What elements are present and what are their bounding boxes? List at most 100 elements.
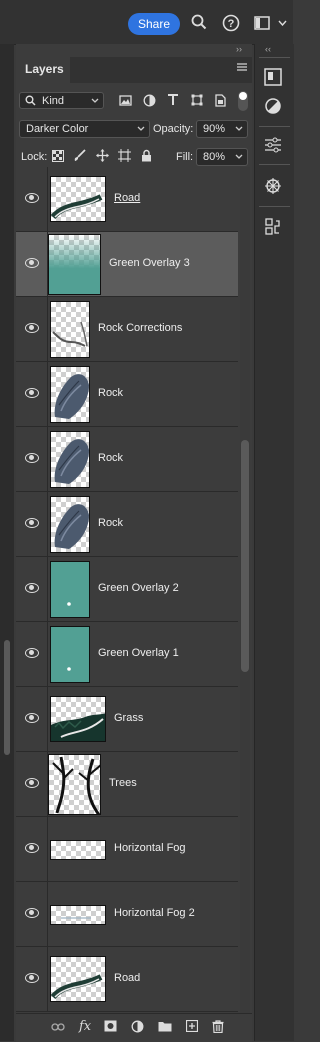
thumbnail-art [54,439,89,484]
opacity-field[interactable]: 90% [196,120,248,138]
lock-artboard-icon[interactable] [118,149,131,162]
layers-scroll-thumb[interactable] [241,440,249,672]
eye-icon[interactable] [25,908,39,918]
lock-pixels-icon[interactable] [73,149,86,162]
chevron-down-icon[interactable] [278,20,287,26]
layer-row[interactable]: Horizontal Fog [16,817,238,882]
dock-collapse-icon[interactable]: ‹‹ [265,44,271,54]
layer-row[interactable]: Rock Corrections [16,297,238,362]
collapse-panel-icon[interactable]: ›› [236,44,242,54]
opacity-value[interactable]: 90% [203,123,225,135]
shape-filter-icon[interactable] [191,94,203,106]
adjustments-icon[interactable] [264,97,282,115]
visibility-divider [47,557,48,622]
eye-icon[interactable] [25,518,39,528]
eye-icon[interactable] [25,973,39,983]
layer-name[interactable]: Horizontal Fog [114,842,186,854]
blend-mode-select[interactable]: Darker Color [19,120,150,138]
layer-thumbnail[interactable] [50,561,90,618]
layer-row[interactable]: Road [16,167,238,232]
layer-row[interactable]: Green Overlay 1 [16,622,238,687]
layer-thumbnail[interactable] [50,626,90,683]
fill-value[interactable]: 80% [203,151,225,163]
layer-name[interactable]: Trees [109,777,137,789]
eye-icon[interactable] [25,583,39,593]
layer-thumbnail[interactable] [50,840,106,860]
layer-thumbnail[interactable] [50,496,90,553]
lock-transparency-icon[interactable] [52,150,64,162]
eye-icon[interactable] [25,843,39,853]
group-folder-icon[interactable] [158,1021,172,1032]
lock-label: Lock: [21,151,48,163]
layer-name[interactable]: Rock [98,452,123,464]
layer-name[interactable]: Green Overlay 2 [98,582,179,594]
layer-thumbnail[interactable] [50,366,90,423]
top-bar: Share ? [0,0,293,45]
layer-row[interactable]: Rock [16,362,238,427]
adjustment-filter-icon[interactable] [143,94,156,107]
add-mask-icon[interactable] [104,1020,117,1032]
lock-position-icon[interactable] [96,149,109,162]
layer-name[interactable]: Rock [98,387,123,399]
tab-layers[interactable]: Layers [16,57,70,83]
image-filter-icon[interactable] [119,95,132,106]
history-icon[interactable] [264,217,282,237]
eye-icon[interactable] [25,778,39,788]
link-layers-icon[interactable] [51,1023,65,1031]
layer-name[interactable]: Horizontal Fog 2 [114,907,195,919]
help-icon[interactable]: ? [222,14,240,32]
layer-row[interactable]: Rock [16,492,238,557]
new-layer-icon[interactable] [186,1020,198,1032]
layers-list: Road Green Overlay 3 Rock Corrections Rock R… [16,167,238,1013]
layer-row[interactable]: Trees [16,752,238,817]
eye-icon[interactable] [25,388,39,398]
eye-icon[interactable] [25,323,39,333]
layer-name[interactable]: Rock Corrections [98,322,182,334]
lock-all-icon[interactable] [141,149,152,162]
layer-name[interactable]: Road [114,972,140,984]
layer-name[interactable]: Grass [114,712,143,724]
eye-icon[interactable] [25,713,39,723]
layer-thumbnail[interactable] [50,905,106,925]
layer-row[interactable]: Green Overlay 2 [16,557,238,622]
chevron-down-icon[interactable] [235,126,243,131]
eye-icon[interactable] [25,453,39,463]
smart-object-filter-icon[interactable] [215,94,226,107]
layer-row[interactable]: Grass [16,687,238,752]
fill-field[interactable]: 80% [196,148,248,166]
properties-icon[interactable] [264,136,282,154]
layer-thumbnail[interactable] [50,301,90,358]
type-filter-icon[interactable] [167,94,179,106]
fx-icon[interactable]: fx [79,1019,91,1034]
eye-icon[interactable] [25,193,39,203]
libraries-icon[interactable] [264,68,282,86]
navigator-icon[interactable] [264,177,282,195]
adjustment-layer-icon[interactable] [131,1020,144,1033]
layer-thumbnail[interactable] [50,696,106,742]
layer-row[interactable]: Green Overlay 3 [16,232,238,297]
layer-thumbnail[interactable] [50,431,90,488]
kind-filter-select[interactable]: Kind [19,92,104,109]
layer-thumbnail[interactable] [48,234,101,295]
panel-menu-icon[interactable] [236,62,248,72]
search-icon[interactable] [191,14,207,30]
eye-icon[interactable] [25,648,39,658]
chevron-down-icon[interactable] [235,154,243,159]
layer-name[interactable]: Rock [98,517,123,529]
share-button[interactable]: Share [128,13,180,35]
workspace-icon[interactable] [254,16,270,30]
thumbnail-art [52,756,100,814]
layer-row[interactable]: Rock [16,427,238,492]
left-scrollbar[interactable] [4,640,10,755]
layer-thumbnail[interactable] [50,956,106,1002]
layer-name[interactable]: Green Overlay 3 [109,257,190,269]
eye-icon[interactable] [25,258,39,268]
layer-thumbnail[interactable] [48,754,101,815]
delete-icon[interactable] [212,1020,224,1033]
layer-row[interactable]: Road [16,947,238,1012]
layer-row[interactable]: Horizontal Fog 2 [16,882,238,947]
layer-thumbnail[interactable] [50,176,106,222]
layer-name[interactable]: Green Overlay 1 [98,647,179,659]
filter-toggle[interactable] [238,91,248,111]
layer-name[interactable]: Road [114,192,140,204]
